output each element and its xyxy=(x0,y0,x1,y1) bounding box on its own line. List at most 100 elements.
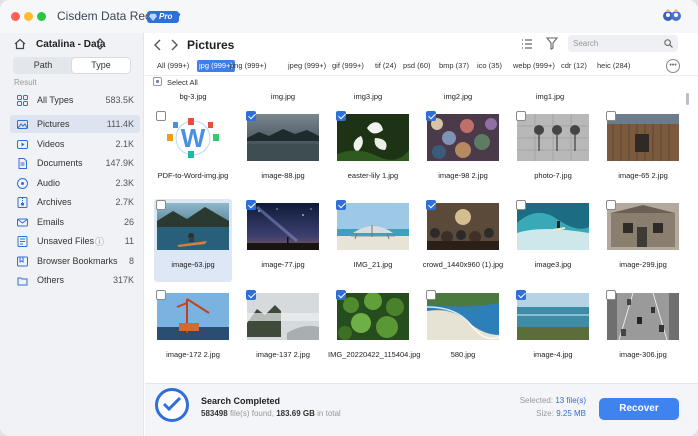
file-checkbox[interactable] xyxy=(156,200,166,210)
file-tile[interactable]: W PDF-to-Word-img.jpg xyxy=(154,110,232,193)
file-tile[interactable]: photo-7.jpg xyxy=(514,110,592,193)
found-text: file(s) found, xyxy=(229,409,274,418)
file-tile[interactable]: crowd_1440x960 (1).jpg xyxy=(423,199,503,282)
sidebar-item-label: Videos xyxy=(37,138,65,149)
sidebar-item-label: Emails xyxy=(37,216,65,227)
filter-tab[interactable]: psd (60) xyxy=(401,60,433,72)
sidebar-item-count: 2.3K xyxy=(115,177,134,188)
file-tile[interactable]: image-88.jpg xyxy=(244,110,322,193)
filter-tab[interactable]: jpeg (999+) xyxy=(286,60,328,72)
sidebar-item-emails[interactable]: Emails 26 xyxy=(10,213,140,231)
file-checkbox[interactable] xyxy=(156,111,166,121)
sidebar-item-browser-bookmarks[interactable]: Browser Bookmarks 8 xyxy=(10,252,140,270)
file-checkbox[interactable] xyxy=(336,200,346,210)
sidebar-item-all-types[interactable]: All Types 583.5K xyxy=(10,91,140,109)
found-tail: in total xyxy=(317,409,341,418)
file-checkbox[interactable] xyxy=(156,290,166,300)
file-name: image-137 2.jpg xyxy=(256,350,310,359)
close-window-button[interactable] xyxy=(11,12,20,21)
recover-button[interactable]: Recover xyxy=(599,398,679,420)
file-checkbox[interactable] xyxy=(426,111,436,121)
filter-tab[interactable]: cdr (12) xyxy=(559,60,589,72)
filter-tab[interactable]: gif (999+) xyxy=(330,60,366,72)
sidebar-item-count: 11 xyxy=(124,236,134,246)
file-tile[interactable]: image-172 2.jpg xyxy=(154,289,232,372)
file-tile[interactable]: 580.jpg xyxy=(424,289,502,372)
select-all-box[interactable] xyxy=(153,77,162,86)
thumbnail-image xyxy=(427,293,499,340)
sidebar-item-label: Others xyxy=(37,275,65,285)
filter-tab[interactable]: heic (284) xyxy=(595,60,632,72)
drive-selector[interactable]: Catalina - Data xyxy=(12,37,137,53)
found-size: 183.69 GB xyxy=(276,409,315,418)
file-tile[interactable]: image-77.jpg xyxy=(244,199,322,282)
filter-tab[interactable]: tif (24) xyxy=(373,60,398,72)
sidebar-item-documents[interactable]: Documents 147.9K xyxy=(10,154,140,172)
file-checkbox[interactable] xyxy=(516,290,526,300)
search-input[interactable] xyxy=(568,35,678,52)
thumbnail-image xyxy=(517,293,589,340)
size-label: Size: xyxy=(536,409,554,418)
size-value: 9.25 MB xyxy=(556,409,586,418)
sidebar-item-pictures[interactable]: Pictures 111.4K xyxy=(10,115,140,133)
file-checkbox[interactable] xyxy=(246,290,256,300)
tab-type[interactable]: Type xyxy=(72,58,130,73)
back-arrow-icon[interactable] xyxy=(153,39,163,51)
sidebar-item-videos[interactable]: Videos 2.1K xyxy=(10,135,140,153)
file-tile[interactable]: image-299.jpg xyxy=(604,199,682,282)
sidebar-item-archives[interactable]: Archives 2.7K xyxy=(10,193,140,211)
file-tile[interactable]: image-63.jpg xyxy=(154,199,232,282)
file-tile[interactable]: image-137 2.jpg xyxy=(244,289,322,372)
picture-icon xyxy=(17,120,28,129)
tab-path[interactable]: Path xyxy=(14,58,72,73)
file-checkbox[interactable] xyxy=(336,290,346,300)
sidebar-item-count: 2.1K xyxy=(115,138,134,149)
sidebar-item-audio[interactable]: Audio 2.3K xyxy=(10,174,140,192)
filter-icon[interactable] xyxy=(546,37,558,50)
file-name: photo-7.jpg xyxy=(534,171,572,180)
filter-tab[interactable]: png (999+) xyxy=(228,60,269,72)
toolbar: Pictures xyxy=(145,33,698,58)
filter-tab[interactable]: All (999+) xyxy=(155,60,191,72)
file-tile[interactable]: image3.jpg xyxy=(514,199,592,282)
view-mode-segmented: Path Type xyxy=(13,57,131,74)
file-checkbox[interactable] xyxy=(426,290,436,300)
file-name: image-4.jpg xyxy=(533,350,573,359)
partial-file-name: bg-3.jpg xyxy=(179,92,207,101)
filter-tab[interactable]: webp (999+) xyxy=(511,60,557,72)
forward-arrow-icon[interactable] xyxy=(169,39,179,51)
filter-tab[interactable]: bmp (37) xyxy=(437,60,471,72)
filter-tab[interactable]: ico (35) xyxy=(475,60,504,72)
file-tile[interactable]: easter-lily 1.jpg xyxy=(334,110,412,193)
file-checkbox[interactable] xyxy=(606,290,616,300)
file-checkbox[interactable] xyxy=(516,200,526,210)
file-tile[interactable]: IMG_21.jpg xyxy=(334,199,412,282)
account-avatar-icon[interactable] xyxy=(661,4,683,26)
file-checkbox[interactable] xyxy=(606,111,616,121)
file-tile[interactable]: IMG_20220422_115404.jpg xyxy=(328,289,420,372)
file-tile[interactable]: image-65 2.jpg xyxy=(604,110,682,193)
sidebar-item-unsaved-files[interactable]: Unsaved Files ⓘ 11 xyxy=(10,232,140,250)
sidebar-item-others[interactable]: Others 317K xyxy=(10,271,140,289)
search-icon[interactable] xyxy=(664,39,673,48)
grid-scrollbar[interactable] xyxy=(686,93,689,105)
file-tile[interactable]: image-98 2.jpg xyxy=(424,110,502,193)
file-checkbox[interactable] xyxy=(606,200,616,210)
list-view-icon[interactable] xyxy=(521,38,533,50)
info-icon[interactable]: ⓘ xyxy=(95,235,104,248)
file-checkbox[interactable] xyxy=(426,200,436,210)
file-tile[interactable]: image-306.jpg xyxy=(604,289,682,372)
file-checkbox[interactable] xyxy=(516,111,526,121)
file-checkbox[interactable] xyxy=(246,111,256,121)
file-checkbox[interactable] xyxy=(336,111,346,121)
file-tile[interactable]: image-4.jpg xyxy=(514,289,592,372)
sidebar-item-count: 8 xyxy=(128,255,134,266)
file-checkbox[interactable] xyxy=(246,200,256,210)
divider xyxy=(145,75,698,76)
minimize-window-button[interactable] xyxy=(24,12,33,21)
zoom-window-button[interactable] xyxy=(37,12,46,21)
more-options-icon[interactable]: ••• xyxy=(666,59,680,73)
sidebar-item-count: 111.4K xyxy=(106,119,134,129)
sidebar-item-count: 2.7K xyxy=(115,197,134,207)
sidebar-item-label: All Types xyxy=(37,95,74,105)
